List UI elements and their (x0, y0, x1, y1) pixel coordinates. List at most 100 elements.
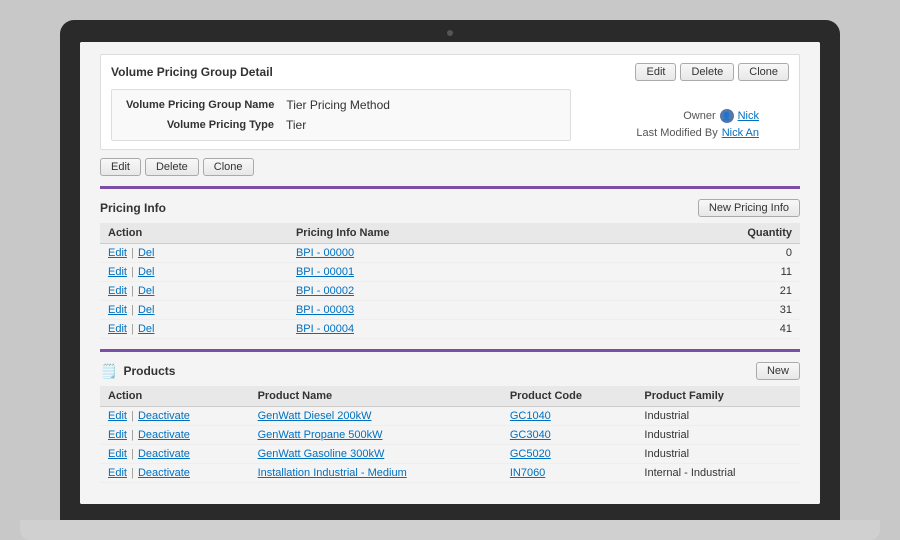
pricing-name-link[interactable]: BPI - 00002 (296, 285, 354, 297)
action-cell: Edit | Del (100, 263, 288, 282)
products-section-header: 🗒️ Products New (100, 362, 800, 380)
edit-button-top[interactable]: Edit (635, 63, 676, 81)
action-cell: Edit | Del (100, 320, 288, 339)
quantity-cell: 41 (618, 320, 800, 339)
pricing-name-cell: BPI - 00004 (288, 320, 618, 339)
edit-link[interactable]: Edit (108, 323, 127, 335)
table-row: Edit | Del BPI - 00000 0 (100, 244, 800, 263)
bottom-button-group: Edit Delete Clone (100, 158, 800, 176)
product-code-link[interactable]: GC1040 (510, 410, 551, 422)
product-code-link[interactable]: GC5020 (510, 448, 551, 460)
del-link[interactable]: Del (138, 323, 155, 335)
divider-pricing (100, 186, 800, 189)
col-name: Pricing Info Name (288, 223, 618, 244)
table-row: Edit | Deactivate Installation Industria… (100, 464, 800, 483)
product-name-cell: GenWatt Diesel 200kW (250, 407, 502, 426)
del-link[interactable]: Del (138, 285, 155, 297)
delete-button-bottom[interactable]: Delete (145, 158, 199, 176)
action-cell: Edit | Del (100, 301, 288, 320)
pricing-type-row: Volume Pricing Type Tier (126, 118, 556, 132)
product-deactivate-link[interactable]: Deactivate (138, 429, 190, 441)
del-link[interactable]: Del (138, 266, 155, 278)
laptop-base (20, 520, 880, 540)
new-pricing-info-button[interactable]: New Pricing Info (698, 199, 800, 217)
pricing-name-link[interactable]: BPI - 00001 (296, 266, 354, 278)
product-code-link[interactable]: GC3040 (510, 429, 551, 441)
product-family-cell: Industrial (636, 426, 800, 445)
product-code-cell: GC5020 (502, 445, 637, 464)
edit-link[interactable]: Edit (108, 266, 127, 278)
product-name-cell: Installation Industrial - Medium (250, 464, 502, 483)
products-section-title: 🗒️ Products (100, 363, 175, 380)
pricing-type-label: Volume Pricing Type (126, 119, 286, 131)
edit-button-bottom[interactable]: Edit (100, 158, 141, 176)
divider-products (100, 349, 800, 352)
new-product-button[interactable]: New (756, 362, 800, 380)
pricing-type-value: Tier (286, 118, 306, 132)
col-product-code: Product Code (502, 386, 637, 407)
pricing-name-link[interactable]: BPI - 00000 (296, 247, 354, 259)
product-name-link[interactable]: GenWatt Propane 500kW (258, 429, 383, 441)
clone-button-top[interactable]: Clone (738, 63, 789, 81)
product-name-cell: GenWatt Propane 500kW (250, 426, 502, 445)
last-modified-link[interactable]: Nick An (722, 127, 759, 139)
del-link[interactable]: Del (138, 247, 155, 259)
pricing-info-title: Pricing Info (100, 201, 166, 215)
product-edit-link[interactable]: Edit (108, 467, 127, 479)
group-name-value: Tier Pricing Method (286, 98, 390, 112)
pricing-info-title-text: Pricing Info (100, 201, 166, 215)
delete-button-top[interactable]: Delete (680, 63, 734, 81)
products-table-header: Action Product Name Product Code Product… (100, 386, 800, 407)
product-name-cell: GenWatt Gasoline 300kW (250, 445, 502, 464)
product-action-cell: Edit | Deactivate (100, 426, 250, 445)
owner-section: Owner 👤 Nick Last Modified By Nick An (636, 109, 759, 143)
product-code-cell: IN7060 (502, 464, 637, 483)
product-family-cell: Industrial (636, 407, 800, 426)
product-action-cell: Edit | Deactivate (100, 464, 250, 483)
screen-content: Volume Pricing Group Detail Edit Delete … (80, 42, 820, 504)
quantity-cell: 0 (618, 244, 800, 263)
col-product-name: Product Name (250, 386, 502, 407)
laptop-frame: Volume Pricing Group Detail Edit Delete … (60, 20, 840, 520)
action-cell: Edit | Del (100, 244, 288, 263)
edit-link[interactable]: Edit (108, 247, 127, 259)
owner-label: Owner (683, 110, 715, 122)
table-row: Edit | Deactivate GenWatt Gasoline 300kW… (100, 445, 800, 464)
edit-link[interactable]: Edit (108, 304, 127, 316)
laptop-screen: Volume Pricing Group Detail Edit Delete … (80, 42, 820, 504)
last-modified-row: Last Modified By Nick An (636, 127, 759, 139)
pricing-name-cell: BPI - 00003 (288, 301, 618, 320)
product-edit-link[interactable]: Edit (108, 429, 127, 441)
col-product-action: Action (100, 386, 250, 407)
del-link[interactable]: Del (138, 304, 155, 316)
table-row: Edit | Del BPI - 00004 41 (100, 320, 800, 339)
product-code-cell: GC3040 (502, 426, 637, 445)
edit-link[interactable]: Edit (108, 285, 127, 297)
last-modified-label: Last Modified By (636, 127, 717, 139)
product-deactivate-link[interactable]: Deactivate (138, 410, 190, 422)
pricing-info-table: Action Pricing Info Name Quantity Edit |… (100, 223, 800, 339)
product-deactivate-link[interactable]: Deactivate (138, 448, 190, 460)
table-row: Edit | Del BPI - 00003 31 (100, 301, 800, 320)
products-title-text: Products (123, 364, 175, 378)
product-action-cell: Edit | Deactivate (100, 407, 250, 426)
pricing-name-link[interactable]: BPI - 00003 (296, 304, 354, 316)
product-name-link[interactable]: Installation Industrial - Medium (258, 467, 407, 479)
product-name-link[interactable]: GenWatt Diesel 200kW (258, 410, 372, 422)
table-row: Edit | Deactivate GenWatt Propane 500kW … (100, 426, 800, 445)
products-icon: 🗒️ (100, 363, 117, 380)
product-code-link[interactable]: IN7060 (510, 467, 545, 479)
action-cell: Edit | Del (100, 282, 288, 301)
product-deactivate-link[interactable]: Deactivate (138, 467, 190, 479)
owner-link[interactable]: Nick (738, 110, 759, 122)
pricing-name-link[interactable]: BPI - 00004 (296, 323, 354, 335)
quantity-cell: 21 (618, 282, 800, 301)
detail-fields: Volume Pricing Group Name Tier Pricing M… (111, 89, 571, 141)
product-name-link[interactable]: GenWatt Gasoline 300kW (258, 448, 385, 460)
product-edit-link[interactable]: Edit (108, 448, 127, 460)
col-quantity: Quantity (618, 223, 800, 244)
clone-button-bottom[interactable]: Clone (203, 158, 254, 176)
owner-row: Owner 👤 Nick (636, 109, 759, 123)
product-edit-link[interactable]: Edit (108, 410, 127, 422)
pricing-name-cell: BPI - 00002 (288, 282, 618, 301)
